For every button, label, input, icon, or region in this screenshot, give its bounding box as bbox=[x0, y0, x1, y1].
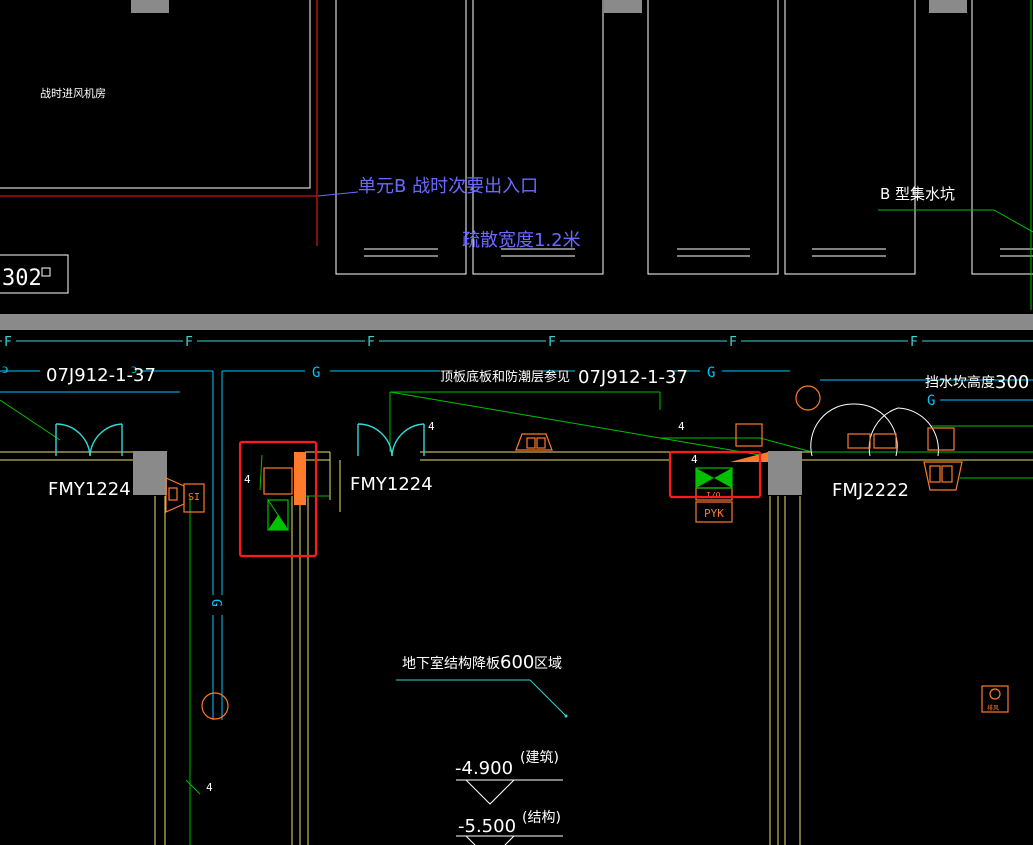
tag-4-b: 4 bbox=[678, 420, 685, 433]
cad-drawing-canvas[interactable]: 302 战时进风机房 单元B 战时次要出入口 疏散宽度1.2米 B 型集水坑 F… bbox=[0, 0, 1033, 845]
tag-4-c: 4 bbox=[244, 473, 251, 486]
top-gray-columns bbox=[131, 0, 967, 13]
secondary-exit-label: 单元B 战时次要出入口 bbox=[358, 176, 538, 197]
ref-label-mid: 07J912-1-37 bbox=[578, 367, 688, 388]
orange-door-leaf bbox=[294, 452, 306, 505]
threshold-label: 挡水坎高度 bbox=[925, 374, 995, 391]
elev-arch-tag: (建筑) bbox=[520, 750, 559, 766]
door-label-fmy-mid: FMY1224 bbox=[350, 474, 433, 495]
exhaust-label: 排风 bbox=[987, 704, 999, 712]
pyk-label: PYK bbox=[704, 507, 724, 520]
grid-g-vertical: G bbox=[208, 599, 223, 607]
slab-area: 区域 bbox=[534, 656, 562, 672]
green-devices bbox=[267, 467, 733, 531]
grid-f-2: F bbox=[185, 335, 193, 350]
red-boundary-lines bbox=[0, 0, 318, 246]
io-label: I/O bbox=[706, 491, 721, 500]
door-label-fmy-left: FMY1224 bbox=[48, 479, 131, 500]
tag-4-e: 4 bbox=[206, 781, 213, 794]
grid-f-6: F bbox=[910, 335, 918, 350]
si-label: SI bbox=[188, 492, 200, 503]
door-label-fmj: FMJ2222 bbox=[832, 480, 909, 501]
slab-leader-diag bbox=[529, 679, 567, 717]
violet-leader bbox=[317, 191, 359, 197]
wall-lines bbox=[0, 451, 1033, 845]
sump-leader-diag bbox=[993, 209, 1033, 233]
elev-struct: -5.500 bbox=[458, 816, 516, 837]
grid-g-3: G bbox=[927, 393, 935, 409]
tag-4-a: 4 bbox=[428, 420, 435, 433]
grid-g-2: G bbox=[707, 365, 715, 381]
room-label-intake: 战时进风机房 bbox=[40, 86, 106, 100]
grid-line-f: F F F F F F bbox=[0, 333, 1033, 350]
floor-plan-drawing: 302 战时进风机房 单元B 战时次要出入口 疏散宽度1.2米 B 型集水坑 F… bbox=[0, 0, 1033, 845]
tag-4-d: 4 bbox=[691, 453, 698, 466]
ref-bubble-left: ↄ bbox=[2, 361, 8, 377]
grid-f-3: F bbox=[367, 335, 375, 350]
grid-f-5: F bbox=[729, 335, 737, 350]
grid-f-1: F bbox=[4, 335, 12, 350]
threshold-value: 300 bbox=[995, 372, 1029, 393]
evac-width-label: 疏散宽度1.2米 bbox=[462, 230, 581, 251]
slab-note: 地下室结构降板 bbox=[402, 655, 500, 672]
ref-label-left: 07J912-1-37 bbox=[46, 365, 156, 386]
elev-struct-tag: (结构) bbox=[522, 810, 561, 826]
slab-leader-dot bbox=[564, 714, 568, 718]
divider-band bbox=[0, 314, 1033, 330]
room-tag-302: 302 bbox=[0, 254, 69, 294]
sump-label: B 型集水坑 bbox=[880, 185, 955, 203]
slab-value: 600 bbox=[500, 652, 534, 673]
highlight-boxes bbox=[238, 440, 762, 558]
elev-arch: -4.900 bbox=[455, 758, 513, 779]
grid-g-1: G bbox=[312, 365, 320, 381]
room-code-text: 302 bbox=[2, 266, 42, 291]
waterproof-note: 顶板底板和防潮层参见 bbox=[440, 369, 570, 385]
grid-f-4: F bbox=[548, 335, 556, 350]
